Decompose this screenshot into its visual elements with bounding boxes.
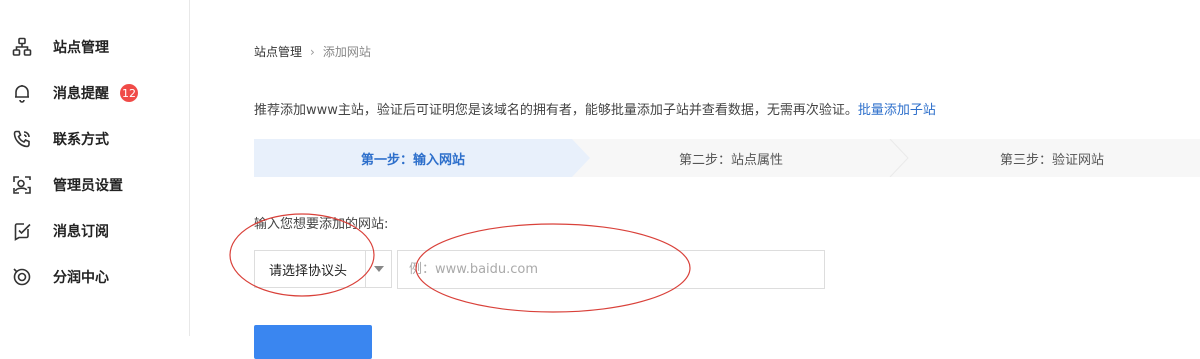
sidebar-item-label: 联系方式	[53, 132, 109, 148]
notification-count-badge: 12	[120, 84, 138, 102]
breadcrumb-separator: ›	[310, 44, 315, 59]
sitemap-icon	[11, 36, 33, 58]
revenue-icon	[11, 266, 33, 288]
caret-down-icon[interactable]	[365, 251, 391, 287]
sidebar-item-notifications[interactable]: 消息提醒 12	[0, 70, 189, 116]
step-2: 第二步：站点属性	[678, 152, 783, 168]
subscribe-icon	[11, 220, 33, 242]
sidebar-item-label: 管理员设置	[53, 178, 123, 194]
sidebar-item-admin-settings[interactable]: 管理员设置	[0, 162, 189, 208]
protocol-select-value: 请选择协议头	[269, 263, 348, 279]
step-3: 第三步：验证网站	[999, 152, 1104, 168]
main-content: 站点管理 › 添加网站 推荐添加www主站，验证后可证明您是该域名的拥有者，能够…	[229, 0, 1200, 359]
bell-icon	[11, 82, 33, 104]
sidebar-item-revenue-center[interactable]: 分润中心	[0, 254, 189, 300]
sidebar-item-contact[interactable]: 联系方式	[0, 116, 189, 162]
sidebar-item-label: 消息订阅	[53, 224, 109, 240]
sidebar: 站点管理 消息提醒 12 联系方式 管理员设置 消息订阅 分润中心	[0, 0, 190, 336]
sidebar-item-subscriptions[interactable]: 消息订阅	[0, 208, 189, 254]
breadcrumb: 站点管理 › 添加网站	[254, 43, 371, 60]
protocol-select[interactable]: 请选择协议头	[254, 250, 392, 288]
website-url-input[interactable]	[397, 250, 825, 289]
sidebar-item-site-management[interactable]: 站点管理	[0, 24, 189, 70]
breadcrumb-current: 添加网站	[322, 45, 371, 59]
intro-description: 推荐添加www主站，验证后可证明您是该域名的拥有者，能够批量添加子站并查看数据，…	[254, 103, 858, 118]
admin-icon	[11, 174, 33, 196]
next-step-button[interactable]	[254, 325, 372, 359]
step-1-active: 第一步：输入网站	[360, 152, 465, 168]
sidebar-item-label: 消息提醒	[53, 86, 109, 102]
website-input-label: 输入您想要添加的网站:	[254, 217, 389, 232]
breadcrumb-root-link[interactable]: 站点管理	[254, 43, 302, 60]
batch-add-subsites-link[interactable]: 批量添加子站	[858, 103, 936, 118]
phone-icon	[11, 128, 33, 150]
sidebar-item-label: 分润中心	[53, 270, 109, 286]
sidebar-item-label: 站点管理	[53, 40, 109, 56]
step-progress-bar: 第一步：输入网站 第二步：站点属性 第三步：验证网站	[254, 139, 1200, 177]
intro-text: 推荐添加www主站，验证后可证明您是该域名的拥有者，能够批量添加子站并查看数据，…	[254, 99, 936, 118]
